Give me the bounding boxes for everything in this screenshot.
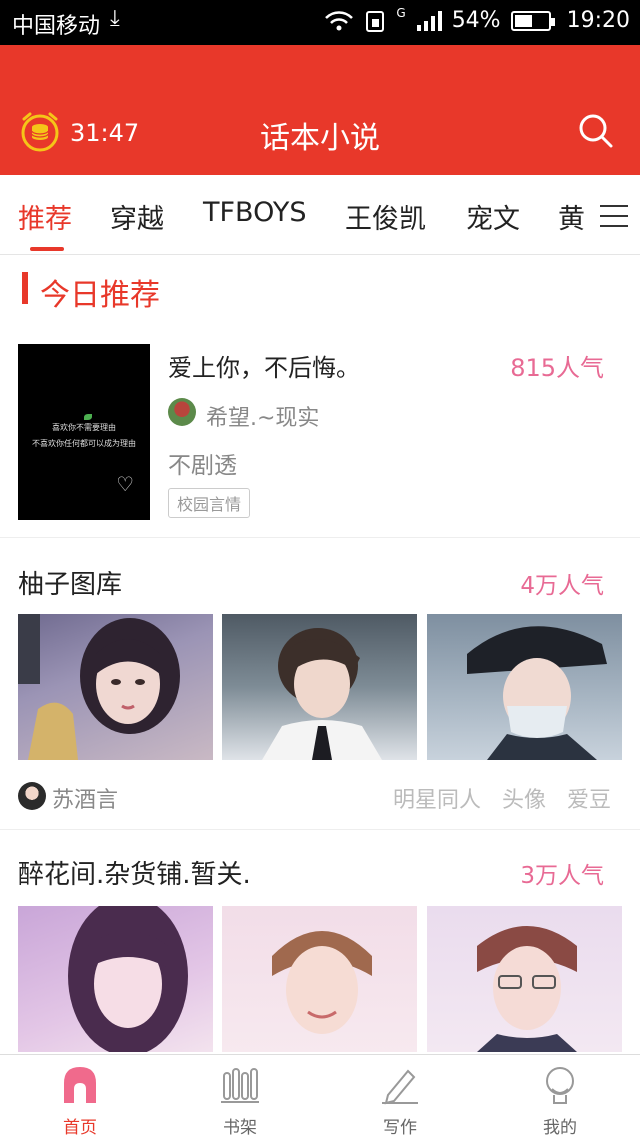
leaf-icon [84, 414, 92, 420]
network-type: G [396, 5, 406, 20]
profile-icon [546, 1067, 574, 1104]
gallery-section-1[interactable]: 柚子图库 4万人气 苏酒言 明星同人 头像 爱豆 [0, 538, 640, 830]
tab-wang-junkai[interactable]: 王俊凯 [345, 197, 426, 236]
battery-percent: 54% [451, 8, 501, 33]
gallery-title[interactable]: 柚子图库 [18, 564, 122, 601]
battery-icon [510, 10, 555, 31]
nav-bookshelf-label: 书架 [223, 1118, 257, 1138]
today-recommend-label: 今日推荐 [40, 278, 160, 313]
search-icon[interactable] [578, 113, 614, 149]
clock: 19:20 [566, 8, 630, 33]
tabs-menu-icon[interactable] [600, 205, 628, 235]
cover-text-line1: 喜欢你不需要理由 [52, 423, 116, 432]
gallery-image[interactable] [18, 614, 213, 760]
nav-profile[interactable]: 我的 [480, 1055, 640, 1138]
wifi-icon [325, 10, 354, 30]
owner-avatar[interactable] [18, 782, 46, 810]
book-author[interactable]: 希望.~现实 [206, 400, 319, 432]
nav-write-label: 写作 [383, 1118, 417, 1138]
pen-icon [382, 1069, 418, 1105]
app-header: 31:47 话本小说 [0, 45, 640, 175]
bottom-nav: 首页 书架 写作 我的 [0, 1054, 640, 1138]
gallery-image[interactable] [222, 614, 417, 760]
nav-write[interactable]: 写作 [320, 1055, 480, 1138]
book-cover[interactable]: 喜欢你不需要理由 不喜欢你任何都可以成为理由 ♡ [18, 344, 150, 520]
tab-recommend[interactable]: 推荐 [18, 197, 72, 236]
tab-time-travel[interactable]: 穿越 [110, 197, 164, 236]
carrier-name: 中国移动 [12, 14, 101, 39]
gallery-popularity: 4万人气 [520, 573, 604, 599]
status-icons: G 54% 19:20 [324, 5, 630, 33]
category-tabs: 推荐 穿越 TFBOYS 王俊凯 宠文 黄 [0, 175, 640, 255]
tab-pampering[interactable]: 宠文 [466, 197, 520, 236]
active-tab-indicator [30, 247, 64, 251]
book-title[interactable]: 爱上你，不后悔。 [168, 348, 360, 383]
gallery-tag[interactable]: 明星同人 [393, 782, 481, 814]
gallery-owner[interactable]: 苏酒言 [52, 782, 118, 814]
book-description: 不剧透 [168, 453, 237, 479]
gallery-section-2[interactable]: 醉花间.杂货铺.暂关. 3万人气 [0, 830, 640, 1054]
app-title: 话本小说 [260, 121, 380, 156]
nav-home[interactable]: 首页 [0, 1055, 160, 1138]
cover-text-line2: 不喜欢你任何都可以成为理由 [32, 439, 136, 448]
download-icon: ⤓ [110, 6, 120, 31]
book-genre-tag[interactable]: 校园言情 [168, 488, 251, 518]
heart-icon: ♡ [116, 472, 134, 496]
gallery-tag[interactable]: 头像 [502, 782, 546, 814]
nav-home-label: 首页 [63, 1118, 97, 1138]
gallery-image[interactable] [18, 906, 213, 1052]
gallery-popularity: 3万人气 [520, 863, 604, 889]
author-avatar[interactable] [168, 398, 196, 426]
gallery-image[interactable] [427, 906, 622, 1052]
signal-icon [416, 10, 442, 31]
bookshelf-icon [221, 1068, 259, 1103]
heading-accent-bar [22, 272, 28, 304]
status-bar: 中国移动 ⤓ G 54% 19:20 [0, 0, 640, 45]
tab-tfboys[interactable]: TFBOYS [203, 197, 306, 228]
gallery-image[interactable] [222, 906, 417, 1052]
home-icon [64, 1067, 96, 1103]
nav-profile-label: 我的 [543, 1118, 577, 1138]
featured-book-card[interactable]: 喜欢你不需要理由 不喜欢你任何都可以成为理由 ♡ 爱上你，不后悔。 815人气 … [0, 330, 640, 538]
nav-bookshelf[interactable]: 书架 [160, 1055, 320, 1138]
book-popularity: 815人气 [510, 354, 604, 382]
gallery-tag[interactable]: 爱豆 [567, 782, 611, 814]
gallery-title[interactable]: 醉花间.杂货铺.暂关. [18, 854, 251, 891]
gallery-image[interactable] [427, 614, 622, 760]
sim-icon [366, 10, 385, 32]
